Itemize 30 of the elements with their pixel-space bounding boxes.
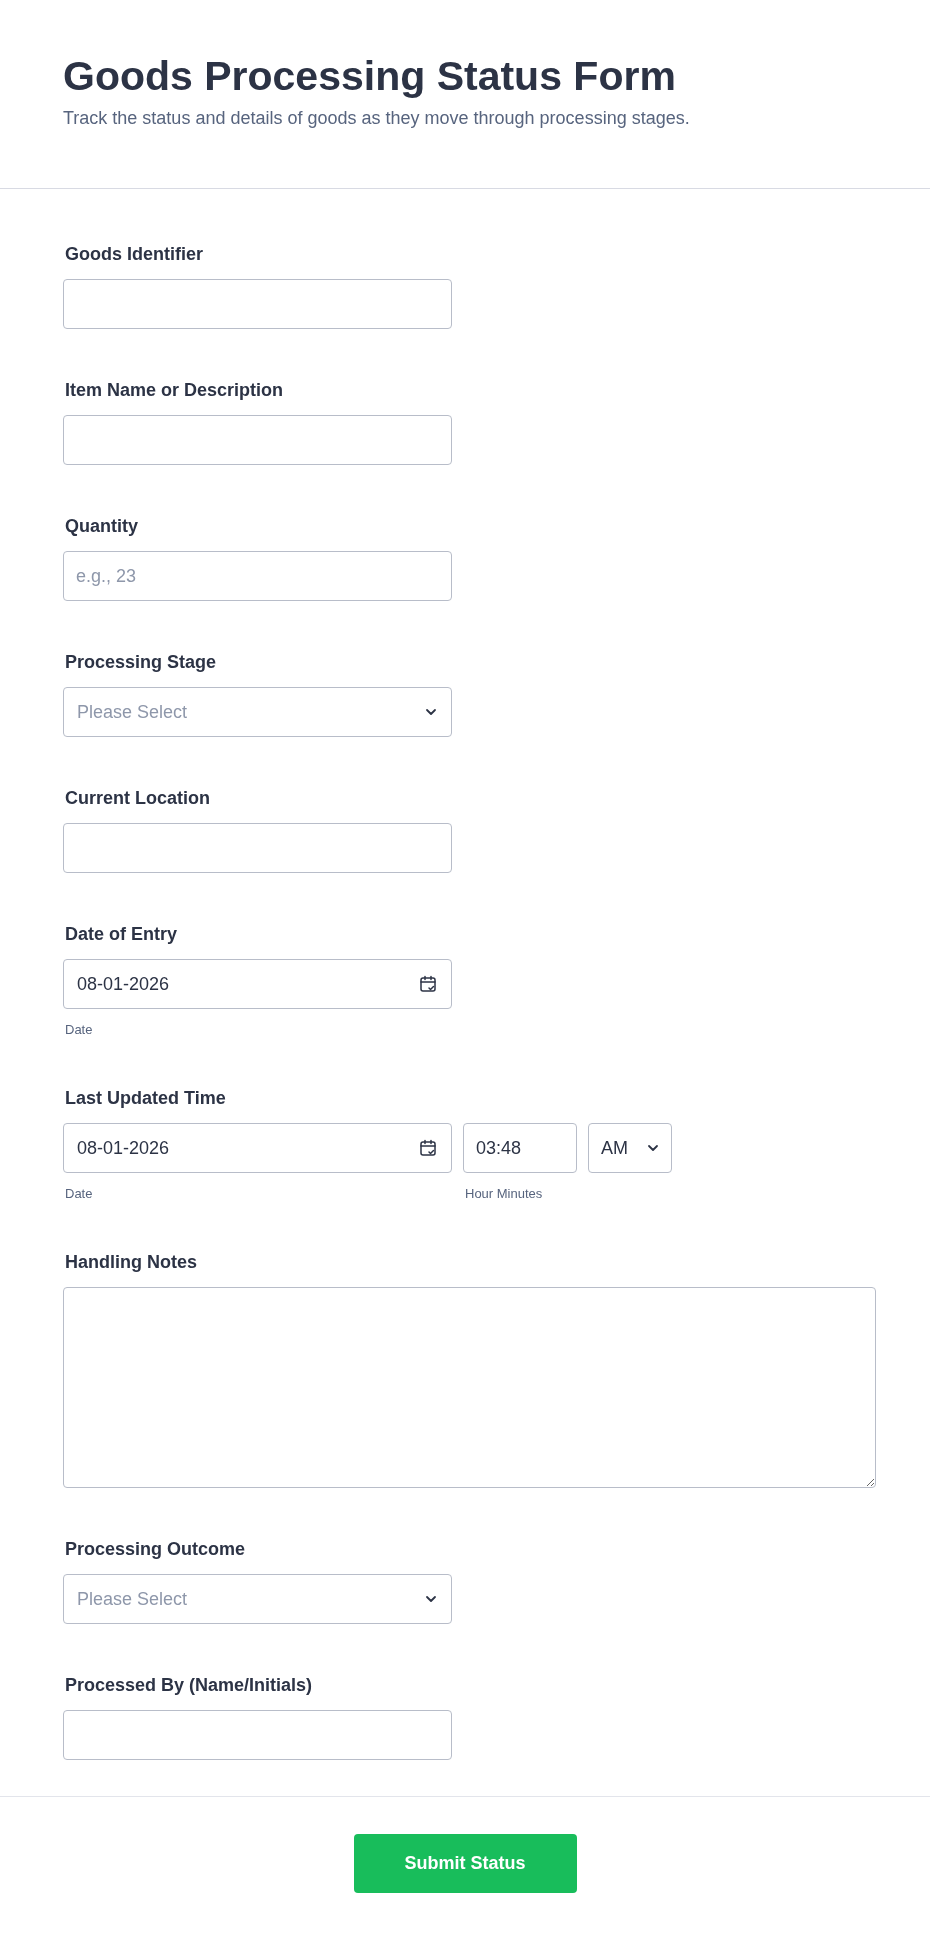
field-label: Last Updated Time: [65, 1087, 227, 1109]
field-label: Processing Stage: [65, 651, 218, 673]
chevron-down-icon: [425, 708, 437, 716]
notes-textarea[interactable]: [63, 1287, 876, 1488]
calendar-icon[interactable]: [419, 1139, 437, 1157]
text-field[interactable]: [63, 1710, 452, 1760]
text-field[interactable]: [63, 823, 452, 873]
text-field[interactable]: [63, 415, 452, 465]
field-sublabel: Date: [65, 1022, 94, 1037]
date-field[interactable]: 08-01-2026: [63, 959, 452, 1009]
chevron-down-icon: [647, 1144, 659, 1152]
field-label: Item Name or Description: [65, 379, 285, 401]
field-label: Goods Identifier: [65, 243, 204, 265]
field-label: Date of Entry: [65, 923, 179, 945]
chevron-down-icon: [425, 1595, 437, 1603]
field-label: Handling Notes: [65, 1251, 198, 1273]
field-sublabel: Date: [65, 1186, 94, 1201]
text-field[interactable]: [63, 279, 452, 329]
date-field[interactable]: 08-01-2026: [63, 1123, 452, 1173]
field-label: Processing Outcome: [65, 1538, 247, 1560]
field-label: Current Location: [65, 787, 211, 809]
time-field[interactable]: 03:48: [463, 1123, 577, 1173]
ampm-select[interactable]: AM: [588, 1123, 672, 1173]
field-sublabel: Hour Minutes: [465, 1186, 544, 1201]
form-subtitle: Track the status and details of goods as they move through processing stages.: [63, 108, 691, 129]
text-field[interactable]: e.g., 23: [63, 551, 452, 601]
field-label: Processed By (Name/Initials): [65, 1674, 314, 1696]
form-title: Goods Processing Status Form: [63, 52, 677, 100]
calendar-icon[interactable]: [419, 975, 437, 993]
field-label: Quantity: [65, 515, 139, 537]
